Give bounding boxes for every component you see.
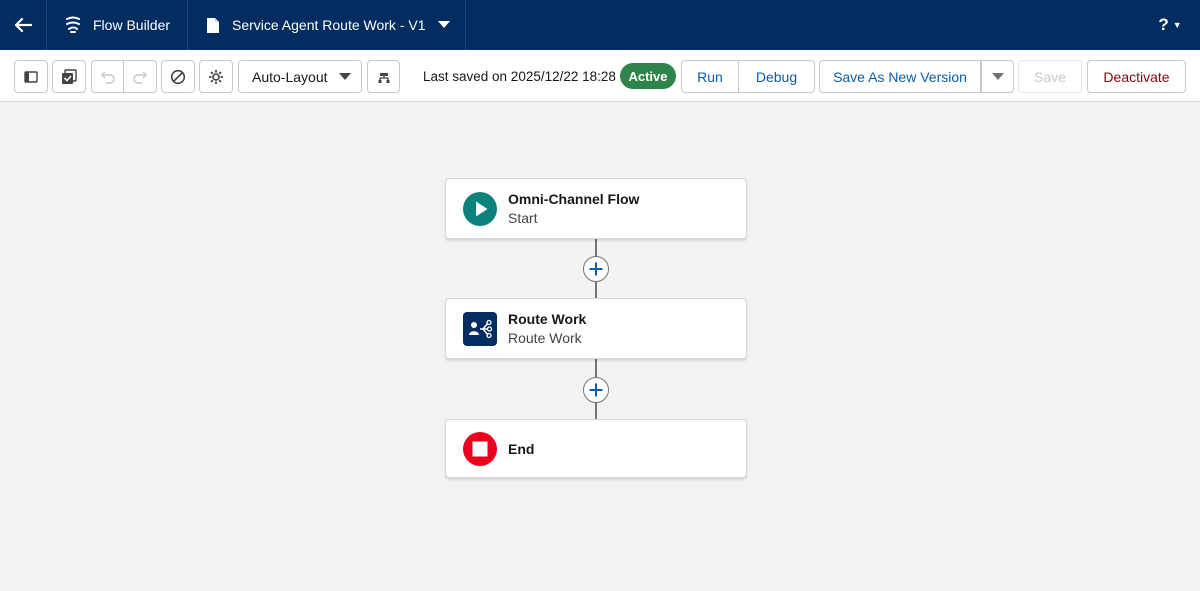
canvas-layout-icon — [378, 72, 389, 83]
back-button[interactable] — [0, 0, 47, 50]
undo-button[interactable] — [91, 60, 124, 93]
flow-title-menu[interactable]: Service Agent Route Work - V1 — [188, 0, 466, 50]
chevron-down-icon — [991, 72, 1004, 80]
save-button[interactable]: Save — [1018, 60, 1082, 93]
document-icon — [207, 17, 219, 33]
redo-button[interactable] — [124, 60, 157, 93]
block-icon — [170, 69, 186, 84]
run-button[interactable]: Run — [681, 60, 739, 93]
node-title: End — [508, 440, 535, 457]
undo-icon — [100, 70, 115, 84]
panel-icon — [24, 70, 38, 83]
chevron-down-icon — [339, 72, 351, 80]
toggle-panel-button[interactable] — [14, 60, 48, 93]
auto-layout-view-button[interactable] — [367, 60, 400, 93]
start-play-icon — [463, 191, 497, 226]
help-menu-button[interactable]: ? ▼ — [1140, 0, 1200, 50]
layout-select-value: Auto-Layout — [252, 68, 328, 85]
end-node[interactable]: End — [445, 419, 747, 478]
chevron-down-icon — [437, 21, 450, 28]
end-stop-icon — [463, 431, 497, 466]
save-as-new-version-button[interactable]: Save As New Version — [819, 60, 981, 93]
start-node[interactable]: Omni-Channel Flow Start — [445, 178, 747, 239]
app-header: Flow Builder Service Agent Route Work - … — [0, 0, 1200, 50]
add-element-button[interactable] — [583, 377, 609, 403]
layout-select[interactable]: Auto-Layout — [238, 60, 362, 93]
app-title: Flow Builder — [93, 17, 171, 33]
stop-debug-button[interactable] — [161, 60, 195, 93]
node-title: Omni-Channel Flow — [508, 190, 640, 207]
redo-icon — [133, 70, 148, 84]
settings-button[interactable] — [199, 60, 233, 93]
back-arrow-icon — [14, 17, 32, 33]
node-subtitle: Route Work — [508, 329, 582, 346]
check-errors-button[interactable] — [52, 60, 86, 93]
route-work-icon — [463, 311, 497, 346]
flow-title: Service Agent Route Work - V1 — [232, 17, 426, 33]
flow-builder-icon — [66, 16, 80, 33]
node-subtitle: Start — [508, 209, 538, 226]
plus-icon — [589, 383, 603, 397]
plus-icon — [589, 262, 603, 276]
copy-check-icon — [62, 68, 77, 84]
app-title-area: Flow Builder — [47, 0, 188, 50]
add-element-button[interactable] — [583, 256, 609, 282]
gear-icon — [209, 69, 223, 84]
debug-button[interactable]: Debug — [738, 60, 815, 93]
deactivate-button[interactable]: Deactivate — [1087, 60, 1186, 93]
save-options-button[interactable] — [981, 60, 1014, 93]
builder-toolbar: Auto-Layout Last saved on 2025/12/22 18:… — [0, 50, 1200, 102]
route-work-node[interactable]: Route Work Route Work — [445, 298, 747, 359]
status-badge: Active — [620, 63, 676, 89]
help-icon: ? — [1158, 15, 1169, 34]
caret-down-icon: ▼ — [1172, 20, 1182, 30]
last-saved-text: Last saved on 2025/12/22 18:28 — [423, 69, 616, 84]
node-title: Route Work — [508, 310, 587, 327]
